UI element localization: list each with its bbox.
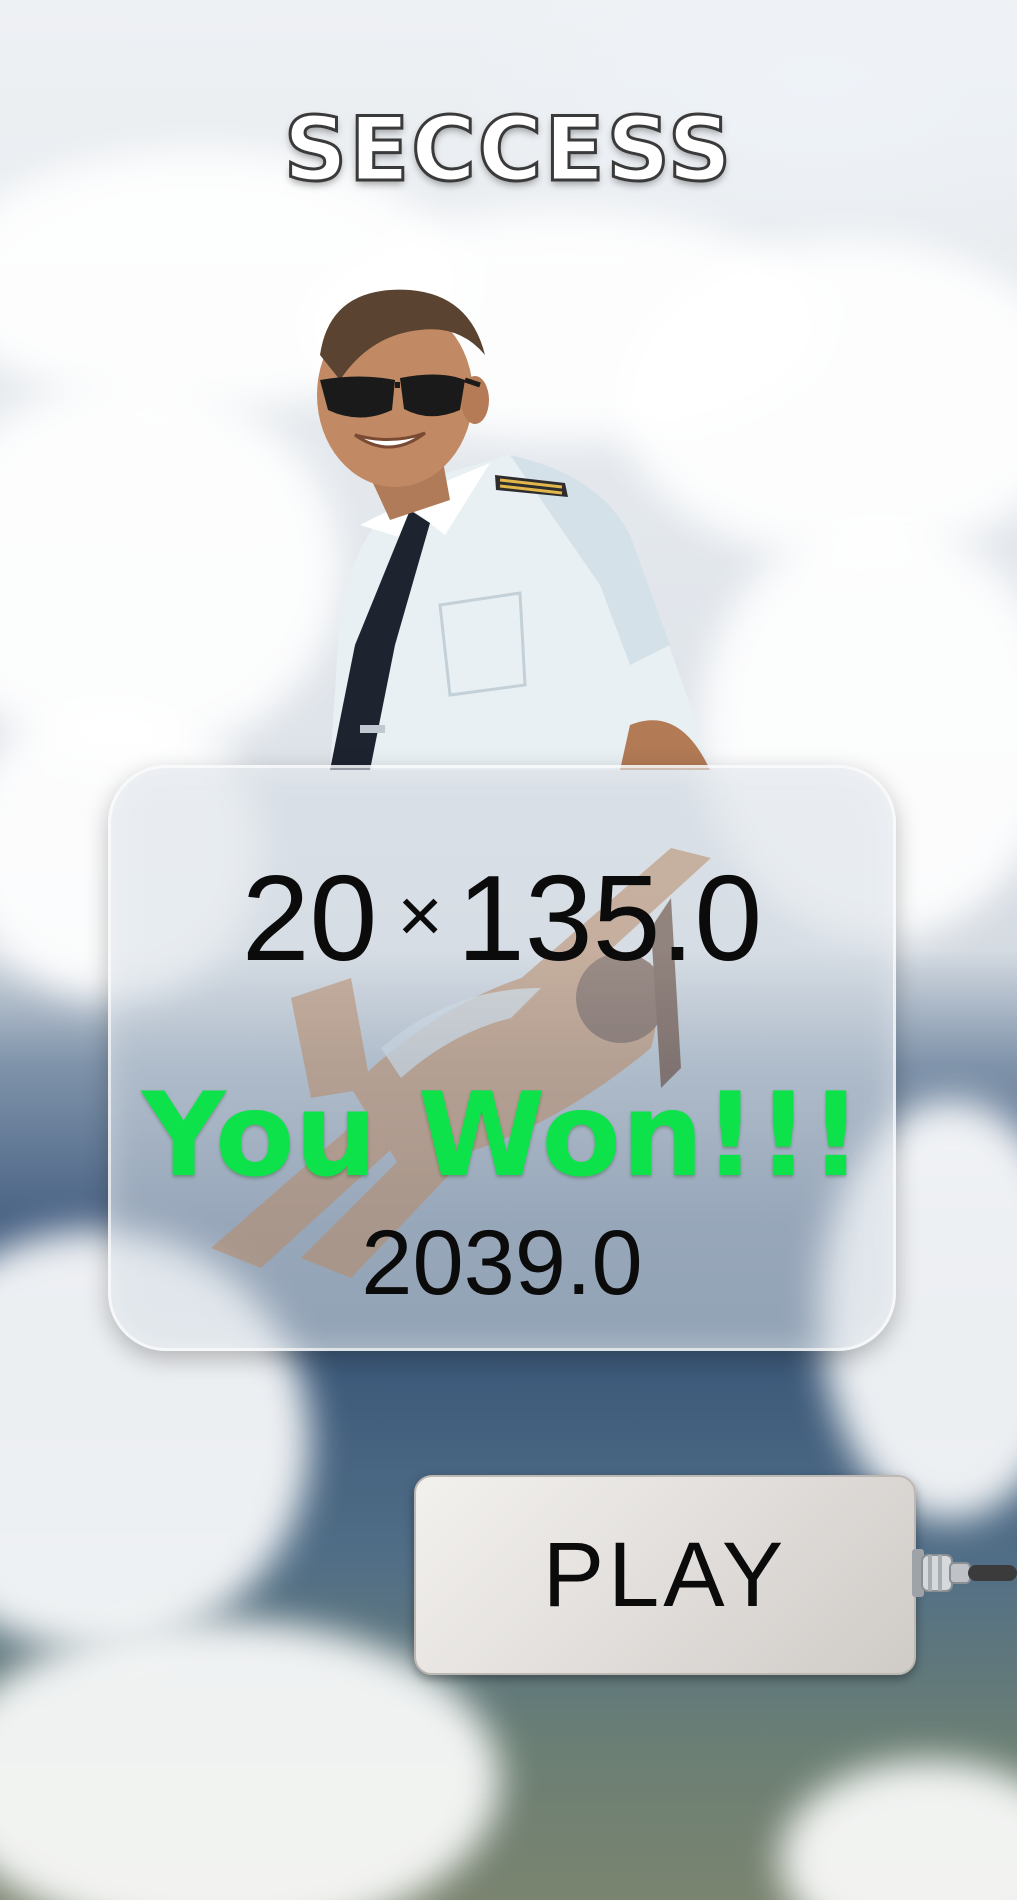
pilot-illustration: [317, 289, 710, 770]
page-title: SECCESS: [282, 97, 734, 203]
winnings-amount: 2039.0: [361, 1212, 643, 1314]
bet-amount: 20: [241, 850, 378, 986]
bet-formula: 20 × 135.0: [111, 848, 893, 988]
result-panel: 20 × 135.0 You Won!!! 2039.0: [108, 765, 896, 1351]
multiplier-value: 135.0: [456, 850, 763, 986]
multiply-symbol: ×: [397, 871, 443, 959]
cable-connector-icon: [912, 1549, 1017, 1597]
win-message: You Won!!!: [141, 1068, 863, 1203]
game-screen: SECCESS 20 × 135.0 You Won!!! 2039.0 PLA…: [0, 0, 1017, 1900]
play-button-label: PLAY: [542, 1523, 788, 1626]
play-button[interactable]: PLAY: [414, 1475, 916, 1675]
